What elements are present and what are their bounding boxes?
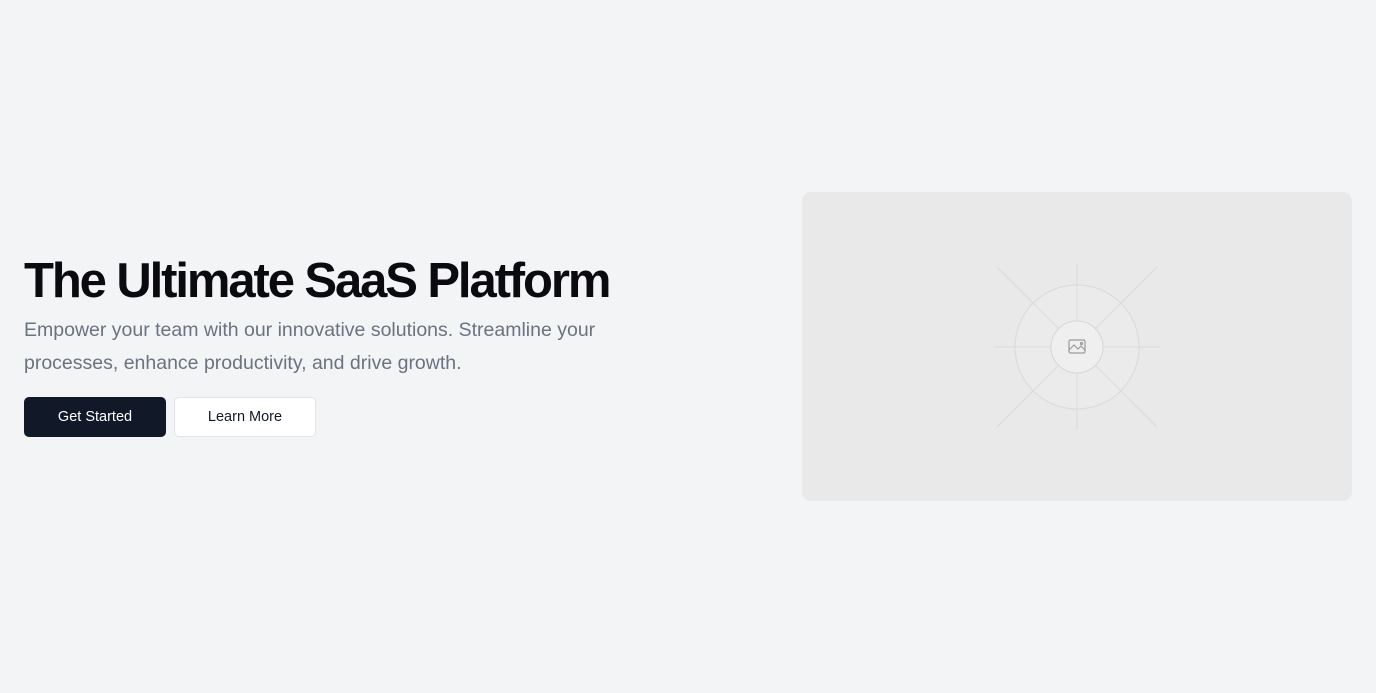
hero-title: The Ultimate SaaS Platform: [24, 254, 611, 308]
placeholder-graphic: [994, 264, 1160, 430]
hero-section: The Ultimate SaaS Platform Empower your …: [0, 0, 1376, 693]
get-started-button[interactable]: Get Started: [24, 397, 166, 437]
hero-actions: Get Started Learn More: [24, 397, 664, 437]
hero-image-placeholder: [802, 192, 1352, 501]
hero-content: The Ultimate SaaS Platform Empower your …: [24, 252, 664, 437]
learn-more-button[interactable]: Learn More: [174, 397, 316, 437]
hero-subtitle: Empower your team with our innovative so…: [24, 319, 596, 374]
